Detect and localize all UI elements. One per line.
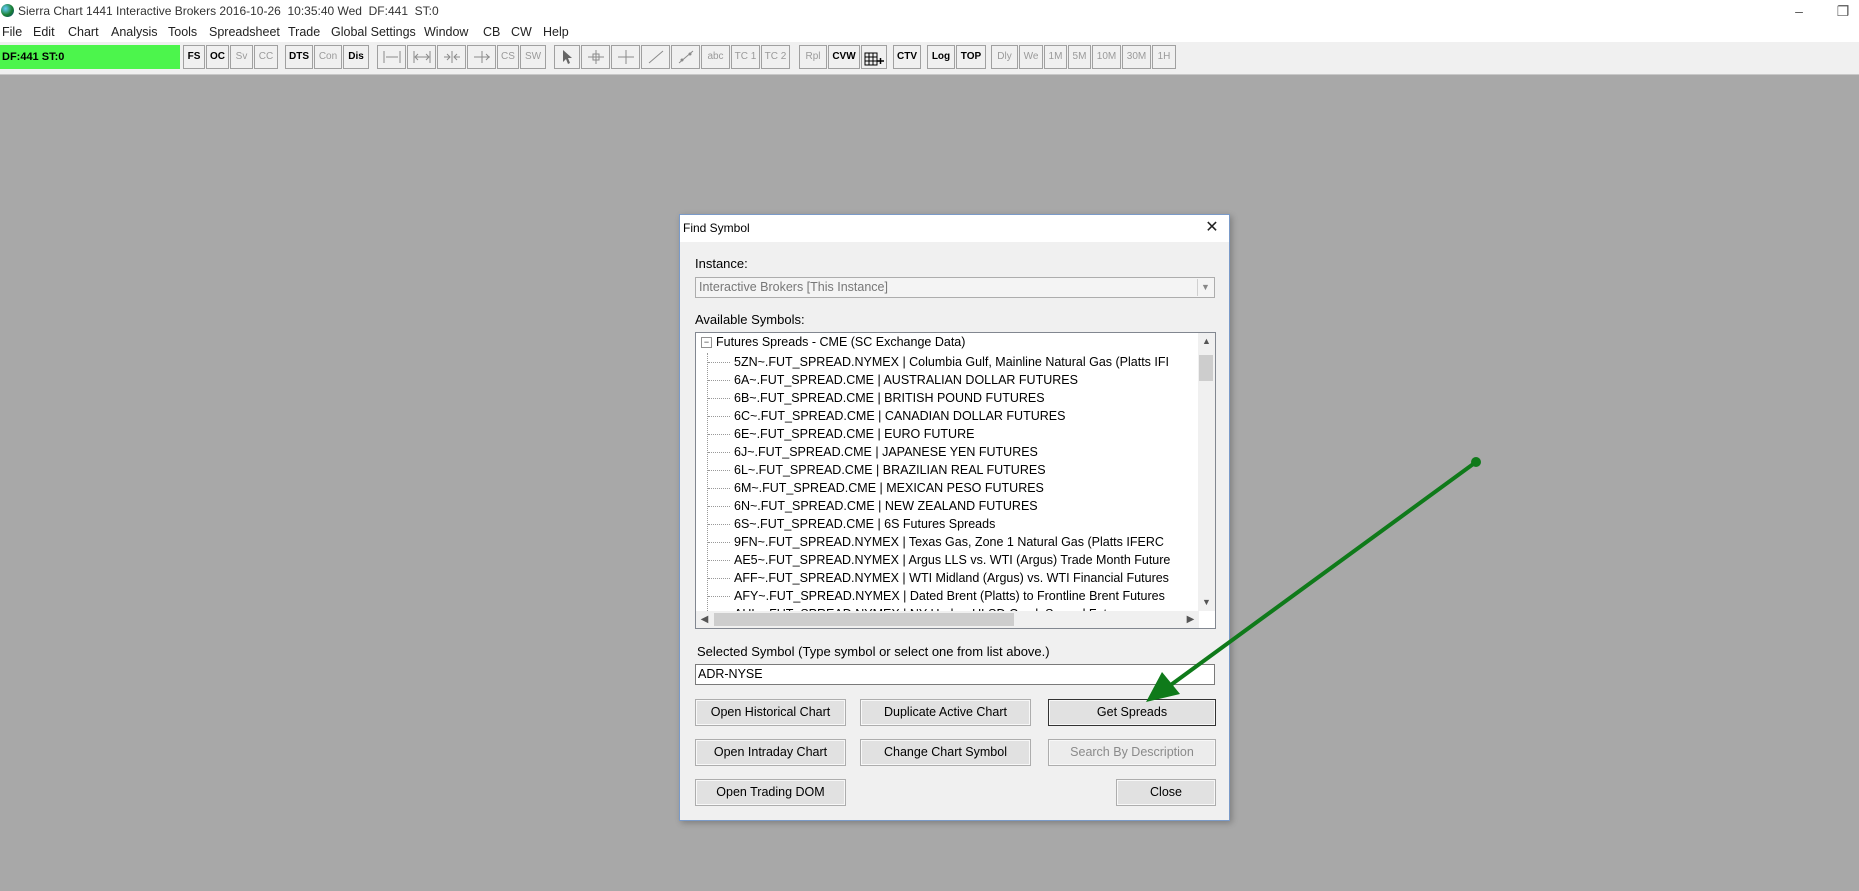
annotation-arrow-icon	[1146, 457, 1481, 702]
